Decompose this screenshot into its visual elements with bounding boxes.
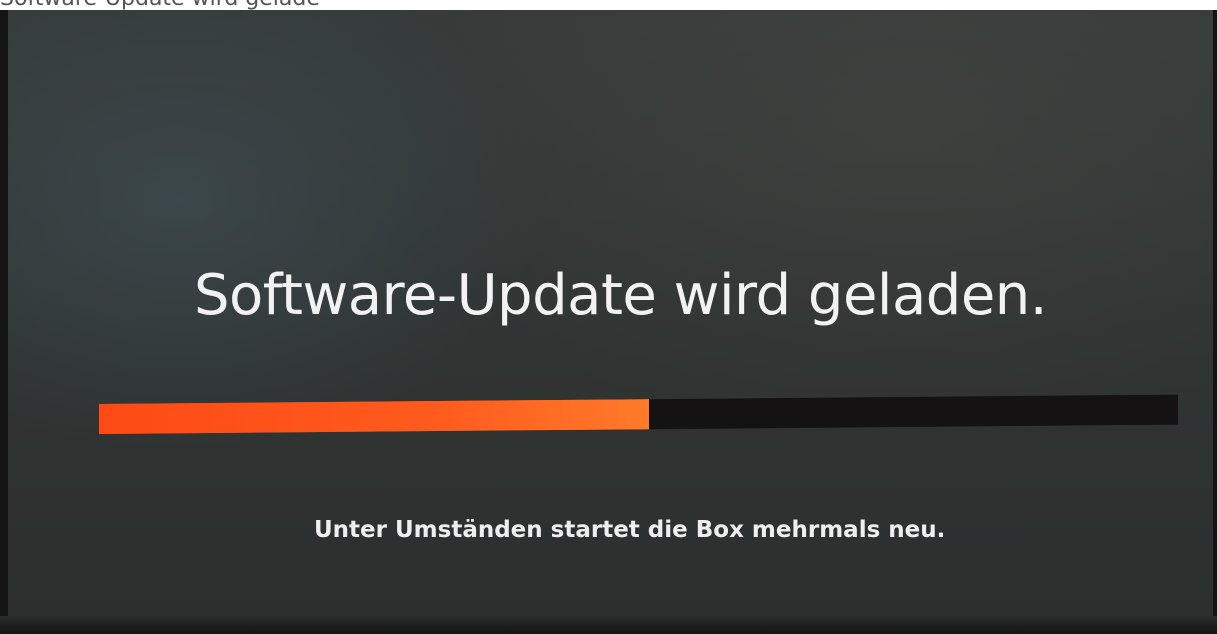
update-progress-bar bbox=[99, 394, 1178, 434]
cropped-caption-text: Software-Update wird geladen bbox=[0, 0, 320, 10]
tv-bezel-bottom bbox=[0, 616, 1217, 634]
tv-frame: Software-Update wird geladen. Unter Umst… bbox=[0, 10, 1217, 634]
tv-screen: Software-Update wird geladen. Unter Umst… bbox=[8, 10, 1213, 616]
update-progress-fill bbox=[99, 399, 650, 434]
update-headline: Software-Update wird geladen. bbox=[194, 263, 1048, 328]
screenshot-page: Software-Update wird geladen Software-Up… bbox=[0, 0, 1217, 634]
restart-notice: Unter Umständen startet die Box mehrmals… bbox=[314, 517, 946, 543]
